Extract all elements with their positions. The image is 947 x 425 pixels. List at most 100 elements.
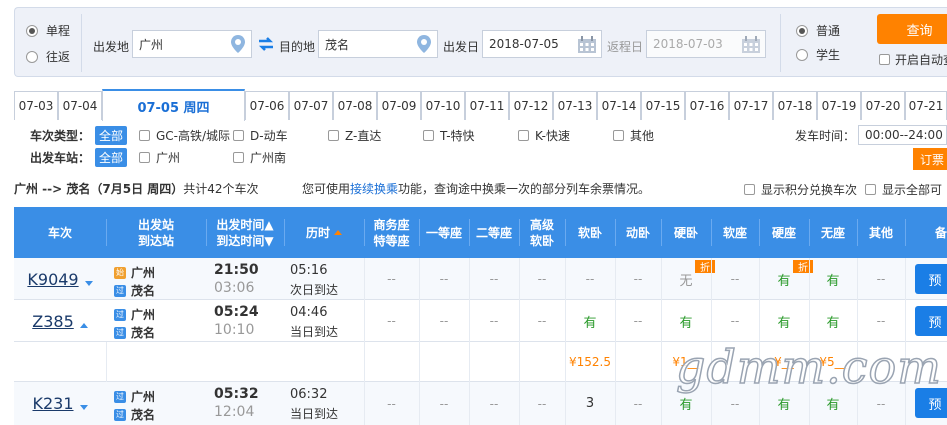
to-station: 过 茂名 xyxy=(114,326,156,340)
search-bar: 单程 往返 出发地 广州 目的地 茂名 出发日 2018-07-05 返程日 2… xyxy=(14,7,947,77)
auto-query-checkbox[interactable]: 开启自动查 xyxy=(879,51,947,68)
transfer-hint: 您可使用接续换乘功能，查询途中换乘一次的部分列车余票情况。 xyxy=(302,182,651,196)
date-tab[interactable]: 07-14 xyxy=(597,91,641,120)
date-tab[interactable]: 07-13 xyxy=(553,91,597,120)
filter-station-guangzhou[interactable]: 广州 xyxy=(139,149,180,166)
arrive-time: 03:06 xyxy=(214,280,255,296)
header-hard-sleeper: 硬卧 xyxy=(673,225,698,240)
table-row: K9049 始 广州 过 茂名 21:50 03:06 05:16 次日到达 -… xyxy=(14,258,947,300)
date-tab[interactable]: 07-09 xyxy=(377,91,421,120)
trip-one-way-radio[interactable]: 单程 xyxy=(26,22,70,39)
seat-other: -- xyxy=(876,314,886,328)
seat-premium-sleeper: -- xyxy=(537,396,547,411)
date-tab[interactable]: 07-21 xyxy=(905,91,947,120)
date-tab[interactable]: 07-10 xyxy=(421,91,465,120)
collapse-up-icon[interactable] xyxy=(79,322,88,328)
station-all-button[interactable]: 全部 xyxy=(95,148,128,167)
date-tab[interactable]: 07-18 xyxy=(773,91,817,120)
passenger-student-radio[interactable]: 学生 xyxy=(796,46,840,63)
filter-z[interactable]: Z-直达 xyxy=(328,127,381,144)
seat-hard-seat: 有 xyxy=(777,315,791,331)
calendar-icon xyxy=(578,36,596,53)
date-tab[interactable]: 07-20 xyxy=(861,91,905,120)
result-summary: 广州 --> 茂名（7月5日 周四）共计42个车次 xyxy=(14,180,259,197)
trip-round-trip-radio[interactable]: 往返 xyxy=(26,48,70,65)
header-premium-sleeper: 高级 软卧 xyxy=(529,217,554,248)
transfer-link[interactable]: 接续换乘 xyxy=(350,182,398,196)
from-station: 过 广州 xyxy=(114,390,156,404)
station-label: 出发车站： xyxy=(30,151,91,165)
filter-t[interactable]: T-特快 xyxy=(423,127,475,144)
date-tab[interactable]: 07-17 xyxy=(729,91,773,120)
train-number-link[interactable]: K9049 xyxy=(27,270,78,289)
date-tab[interactable]: 07-08 xyxy=(333,91,377,120)
divider xyxy=(780,14,781,72)
show-points-checkbox[interactable]: 显示积分兑换车次 xyxy=(744,181,857,198)
seat-other: -- xyxy=(876,272,886,286)
seat-first: -- xyxy=(439,396,449,411)
date-tab[interactable]: 07-03 xyxy=(14,91,58,120)
checkbox-icon xyxy=(518,130,529,141)
table-row: Z385 过 广州 过 茂名 05:24 10:10 04:46 当日到达 --… xyxy=(14,300,947,342)
header-time[interactable]: 出发时间▲ 到达时间▼ xyxy=(206,207,284,258)
date-tab[interactable]: 07-07 xyxy=(289,91,333,120)
filter-k[interactable]: K-快速 xyxy=(518,127,570,144)
checkbox-icon xyxy=(744,184,755,195)
subscribe-button[interactable]: 订票 xyxy=(913,148,947,170)
train-number-link[interactable]: Z385 xyxy=(32,312,74,331)
duration: 04:46 xyxy=(290,305,328,320)
header-soft-sleeper: 软卧 xyxy=(577,225,602,240)
depart-time: 21:50 xyxy=(214,262,259,278)
book-button[interactable]: 预 xyxy=(915,306,947,336)
date-tab[interactable]: 07-15 xyxy=(641,91,685,120)
expand-down-icon[interactable] xyxy=(84,280,93,286)
filter-d[interactable]: D-动车 xyxy=(233,127,288,144)
expand-down-icon[interactable] xyxy=(79,405,88,410)
header-first-class: 一等座 xyxy=(425,225,462,240)
header-duration[interactable]: 历时 xyxy=(284,207,364,258)
location-pin-icon xyxy=(417,35,431,53)
duration: 06:32 xyxy=(290,387,328,402)
date-tab[interactable]: 07-16 xyxy=(685,91,729,120)
pass-station-badge: 过 xyxy=(114,390,126,403)
book-button[interactable]: 预 xyxy=(915,264,947,294)
start-station-badge: 始 xyxy=(114,266,126,279)
date-tab[interactable]: 07-12 xyxy=(509,91,553,120)
filter-other[interactable]: 其他 xyxy=(613,127,654,144)
header-soft-seat: 软座 xyxy=(722,225,747,240)
header-remark: 备 xyxy=(934,225,947,240)
date-tab[interactable]: 07-11 xyxy=(465,91,509,120)
date-tab[interactable]: 07-06 xyxy=(245,91,289,120)
return-date-input[interactable]: 2018-07-03 xyxy=(646,30,766,58)
watermark: gdmm.com xyxy=(675,339,942,395)
radio-dot-icon xyxy=(26,24,38,37)
seat-business: -- xyxy=(387,314,396,328)
date-tab[interactable]: 07-19 xyxy=(817,91,861,120)
from-station-input[interactable]: 广州 xyxy=(132,30,252,58)
from-station: 始 广州 xyxy=(114,266,156,280)
query-button[interactable]: 查询 xyxy=(877,14,947,44)
passenger-normal-radio[interactable]: 普通 xyxy=(796,22,840,39)
seat-business: -- xyxy=(387,272,396,286)
filter-gc[interactable]: GC-高铁/城际 xyxy=(139,127,230,144)
date-tab[interactable]: 07-04 xyxy=(58,91,102,120)
train-type-all-button[interactable]: 全部 xyxy=(95,126,128,145)
checkbox-icon xyxy=(423,130,434,141)
depart-time-select[interactable]: 00:00--24:00 xyxy=(858,125,947,145)
header-moving-sleeper: 动卧 xyxy=(625,225,650,240)
depart-date-input[interactable]: 2018-07-05 xyxy=(482,30,602,58)
swap-icon[interactable] xyxy=(258,37,274,51)
seat-premium-sleeper: -- xyxy=(537,272,547,286)
show-all-checkbox[interactable]: 显示全部可 xyxy=(865,181,942,198)
to-station-input[interactable]: 茂名 xyxy=(318,30,438,58)
radio-dot-icon xyxy=(796,48,808,61)
filter-station-guangzhounan[interactable]: 广州南 xyxy=(233,149,286,166)
to-station: 过 茂名 xyxy=(114,284,156,298)
checkbox-icon xyxy=(233,130,244,141)
train-number-link[interactable]: K231 xyxy=(32,394,73,413)
seat-moving-sleeper: -- xyxy=(633,396,643,411)
header-train[interactable]: 车次 xyxy=(14,207,106,258)
checkbox-icon xyxy=(328,130,339,141)
date-tab-active[interactable]: 07-05 周四 xyxy=(102,89,245,121)
price-soft-sleeper: ¥152.5 xyxy=(569,355,611,369)
